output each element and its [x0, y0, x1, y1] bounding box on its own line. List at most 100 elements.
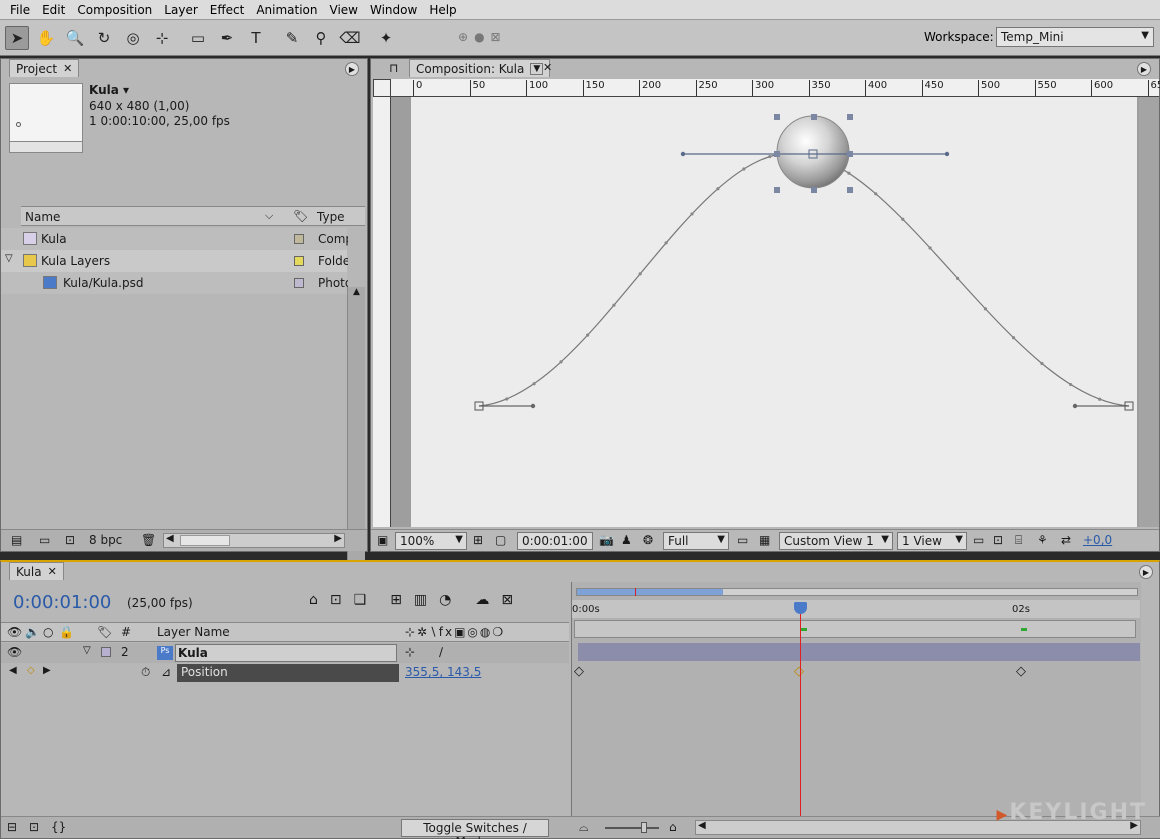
timeline-graph-area[interactable]: 0:00s 02s ◇ ◇ ◇ [571, 582, 1141, 822]
keyframe-0s-icon[interactable]: ◇ [574, 664, 584, 679]
toggle-switches-modes-button[interactable]: Toggle Switches / Modes [401, 819, 549, 839]
composition-canvas[interactable] [411, 97, 1137, 527]
column-type[interactable]: Type [317, 210, 345, 224]
text-tool-icon[interactable]: T [244, 26, 268, 50]
panel-menu-icon[interactable]: ▶ [1139, 565, 1153, 579]
lock-switch-icon[interactable]: 🔒 [59, 625, 74, 639]
shy-layers-icon[interactable]: ⊠ [501, 592, 513, 608]
chevron-down-icon[interactable]: ▼ [530, 62, 544, 75]
puppet-pin-tool-icon[interactable]: ✦ [374, 26, 398, 50]
pan-behind-tool-icon[interactable]: ⊹ [150, 26, 174, 50]
keyframe-1s-icon[interactable]: ◇ [794, 664, 804, 679]
local-axis-icon[interactable]: ⊕ [458, 30, 468, 44]
scroll-left-icon[interactable]: ◀ [166, 533, 174, 544]
snapshot-icon[interactable]: 📷 [599, 533, 614, 547]
menu-view[interactable]: View [324, 3, 364, 17]
trash-icon[interactable]: 🗑 [141, 533, 156, 547]
bezier-handle-current-right[interactable] [944, 151, 950, 157]
shy-switch-icon[interactable]: ⊹ [405, 645, 415, 659]
live-update-icon[interactable]: ⊡ [330, 592, 342, 608]
expand-folder-icon[interactable]: ▽ [5, 253, 13, 264]
pen-tool-icon[interactable]: ✒ [215, 26, 239, 50]
clone-stamp-tool-icon[interactable]: ⚲ [309, 26, 333, 50]
expand-layer-icon[interactable]: ▽ [83, 645, 91, 656]
zoom-in-icon[interactable]: ⌂ [669, 820, 677, 834]
toggle-modes-pane-icon[interactable]: ⊡ [29, 820, 39, 834]
tab-project[interactable]: Project ✕ [9, 59, 80, 77]
transparency-grid-icon[interactable]: ▦ [759, 533, 770, 547]
video-switch-icon[interactable]: 👁 [7, 625, 22, 639]
view-axis-icon[interactable]: ⊠ [491, 30, 501, 44]
scroll-left-icon[interactable]: ◀ [698, 820, 706, 831]
zoom-out-icon[interactable]: ⌓ [579, 820, 589, 835]
next-keyframe-icon[interactable]: ▶ [43, 665, 51, 676]
magnification-select[interactable]: 100% ▼ [395, 532, 467, 550]
bezier-handle-current-left[interactable] [680, 151, 686, 157]
ruler-origin[interactable] [373, 79, 391, 97]
keyframe-2s-icon[interactable]: ◇ [1016, 664, 1026, 679]
work-area-range[interactable] [577, 589, 723, 595]
frame-blending-icon[interactable]: ⊞ [390, 592, 402, 608]
zoom-tool-icon[interactable]: 🔍 [63, 26, 87, 50]
timeline-icon[interactable]: ⌸ [1015, 533, 1022, 548]
zoom-slider-thumb[interactable] [641, 822, 647, 833]
timeline-timecode[interactable]: 0:00:01:00 [13, 592, 111, 613]
menu-help[interactable]: Help [423, 3, 462, 17]
menu-animation[interactable]: Animation [250, 3, 323, 17]
menu-file[interactable]: File [4, 3, 36, 17]
ball-layer[interactable] [776, 115, 850, 189]
menu-window[interactable]: Window [364, 3, 423, 17]
toggle-switches-pane-icon[interactable]: ⊟ [7, 820, 17, 834]
property-name-field[interactable]: Position [177, 664, 399, 682]
hand-tool-icon[interactable]: ✋ [34, 26, 58, 50]
label-tag-icon[interactable]: 🏷 [293, 209, 308, 223]
scroll-up-icon[interactable]: ▲ [350, 287, 363, 300]
selection-tool-icon[interactable]: ➤ [5, 25, 29, 50]
always-preview-icon[interactable]: ▣ [377, 533, 388, 547]
panel-menu-icon[interactable]: ▶ [1137, 62, 1151, 76]
video-visible-icon[interactable]: 👁 [7, 645, 22, 659]
audio-switch-icon[interactable]: 🔈 [25, 625, 40, 639]
panel-menu-icon[interactable]: ▶ [345, 62, 359, 76]
column-name[interactable]: Name [25, 210, 60, 224]
column-layer-name[interactable]: Layer Name [157, 625, 230, 639]
bezier-handle-left-end[interactable] [530, 403, 536, 409]
new-composition-icon[interactable]: ⊡ [65, 533, 75, 547]
layer-row-kula[interactable]: 👁 ▽ 2 Ps Kula ⊹ ∕ [1, 643, 569, 663]
scroll-thumb[interactable] [180, 535, 230, 546]
current-time-field[interactable]: 0:00:01:00 [517, 532, 593, 550]
project-row[interactable]: ▽ Kula Layers Folde [1, 250, 348, 272]
quality-switch-icon[interactable]: ∕ [439, 645, 443, 659]
layer-label-color[interactable] [101, 647, 111, 657]
label-tag-icon[interactable]: 🏷 [97, 625, 112, 639]
orbit-camera-tool-icon[interactable]: ◎ [121, 26, 145, 50]
composition-viewer[interactable] [391, 97, 1159, 527]
project-row[interactable]: Kula Comp [1, 228, 348, 250]
eraser-tool-icon[interactable]: ⌫ [338, 26, 362, 50]
world-axis-icon[interactable]: ● [474, 30, 484, 44]
motion-blur-icon[interactable]: ▥ [414, 592, 427, 608]
exposure-value[interactable]: +0,0 [1083, 533, 1112, 547]
scroll-right-icon[interactable]: ▶ [334, 533, 342, 544]
property-row-position[interactable]: ◀ ◇ ▶ ⏱ ⊿ Position 355,5, 143,5 [1, 663, 569, 683]
layer-duration-bar[interactable] [578, 643, 1140, 661]
position-value[interactable]: 355,5, 143,5 [405, 665, 481, 679]
fast-previews-icon[interactable]: ⊡ [993, 533, 1003, 547]
lock-icon[interactable]: ⊓ [389, 61, 398, 75]
zoom-slider[interactable] [605, 822, 659, 833]
item-name[interactable]: Kula ▾ [89, 83, 129, 97]
chevron-down-icon[interactable]: ⌵ [265, 209, 273, 223]
timeline-vscroll[interactable] [1142, 620, 1160, 820]
brush-tool-icon[interactable]: ✎ [280, 26, 304, 50]
region-of-interest-icon[interactable]: ▭ [737, 533, 748, 547]
label-color-swatch[interactable] [294, 234, 304, 244]
mask-visibility-icon[interactable]: ▢ [495, 533, 506, 547]
tab-composition[interactable]: Composition: Kula ▼ [409, 59, 551, 77]
flowchart-icon[interactable]: ⚘ [1037, 533, 1048, 547]
grid-icon[interactable]: ⊞ [473, 533, 483, 547]
menu-layer[interactable]: Layer [158, 3, 203, 17]
rectangle-mask-tool-icon[interactable]: ▭ [186, 26, 210, 50]
new-folder-icon[interactable]: ▭ [39, 533, 50, 547]
project-hscroll[interactable]: ◀ ▶ [163, 533, 345, 548]
toggle-pixel-aspect-icon[interactable]: ▭ [973, 533, 984, 547]
